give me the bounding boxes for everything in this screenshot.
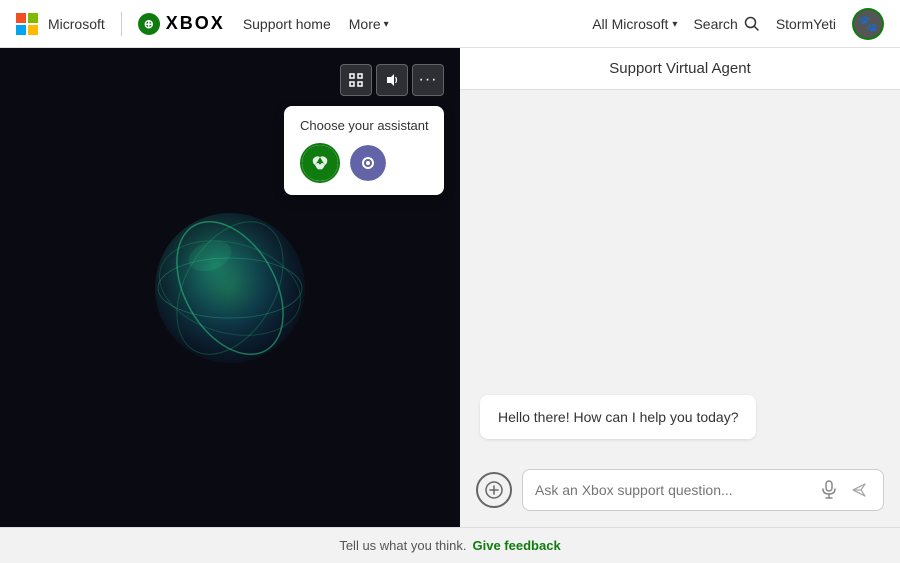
chat-header-title: Support Virtual Agent xyxy=(609,60,751,77)
mute-button[interactable] xyxy=(376,64,408,96)
fullscreen-icon xyxy=(349,73,363,87)
footer: Tell us what you think. Give feedback xyxy=(0,527,900,563)
left-panel: ··· Choose your assistant xyxy=(0,48,460,527)
user-avatar[interactable]: 🐾 xyxy=(852,8,884,40)
xbox-logo[interactable]: ⊕ XBOX xyxy=(138,13,225,35)
user-name: StormYeti xyxy=(776,16,836,32)
all-microsoft-chevron-icon: ▾ xyxy=(672,19,677,30)
controls-bar: ··· xyxy=(340,64,444,96)
header-left: Microsoft ⊕ XBOX Support home More ▾ xyxy=(16,12,580,36)
assistant-cortana[interactable] xyxy=(348,143,388,183)
fullscreen-button[interactable] xyxy=(340,64,372,96)
header-divider xyxy=(121,12,122,36)
nav-more[interactable]: More ▾ xyxy=(349,16,389,32)
xbox-x-icon: ⊕ xyxy=(144,17,154,31)
header: Microsoft ⊕ XBOX Support home More ▾ All… xyxy=(0,0,900,48)
header-right: All Microsoft ▾ Search StormYeti 🐾 xyxy=(592,8,884,40)
speaker-icon xyxy=(385,73,399,87)
add-attachment-button[interactable] xyxy=(476,472,512,508)
microphone-button[interactable] xyxy=(819,480,839,500)
feedback-text: Tell us what you think. xyxy=(339,538,466,553)
assistant-options xyxy=(300,143,428,183)
main-content: ··· Choose your assistant xyxy=(0,48,900,527)
orb-svg xyxy=(150,208,310,368)
chat-header: Support Virtual Agent xyxy=(460,48,900,90)
plus-circle-icon xyxy=(485,481,503,499)
ellipsis-icon: ··· xyxy=(419,72,438,88)
xbox-circle-icon: ⊕ xyxy=(138,13,160,35)
greeting-message: Hello there! How can I help you today? xyxy=(480,395,756,439)
nav-support-home[interactable]: Support home xyxy=(235,16,339,32)
microsoft-wordmark: Microsoft xyxy=(48,16,105,32)
choose-assistant-popup: Choose your assistant xyxy=(284,106,444,195)
chat-messages: Hello there! How can I help you today? xyxy=(460,90,900,459)
send-icon xyxy=(851,482,867,498)
avatar-inner: 🐾 xyxy=(854,10,882,38)
all-microsoft-menu[interactable]: All Microsoft ▾ xyxy=(592,16,677,32)
microsoft-logo[interactable] xyxy=(16,13,38,35)
choose-assistant-title: Choose your assistant xyxy=(300,118,428,133)
assistant-xbox[interactable] xyxy=(300,143,340,183)
chat-input-wrapper xyxy=(522,469,884,511)
chat-input[interactable] xyxy=(535,482,811,498)
chat-input-area xyxy=(460,459,900,527)
right-panel: Support Virtual Agent Hello there! How c… xyxy=(460,48,900,527)
xbox-wordmark: XBOX xyxy=(166,13,225,34)
give-feedback-link[interactable]: Give feedback xyxy=(473,538,561,553)
chevron-down-icon: ▾ xyxy=(384,19,389,30)
more-options-button[interactable]: ··· xyxy=(412,64,444,96)
avatar-icon: 🐾 xyxy=(858,14,878,34)
agent-orb xyxy=(150,208,310,368)
search-icon xyxy=(744,16,760,32)
cortana-assistant-icon xyxy=(350,145,386,181)
search-button[interactable]: Search xyxy=(693,16,759,32)
mic-icon xyxy=(821,480,837,500)
send-button[interactable] xyxy=(847,478,871,502)
xbox-assistant-icon xyxy=(302,145,338,181)
